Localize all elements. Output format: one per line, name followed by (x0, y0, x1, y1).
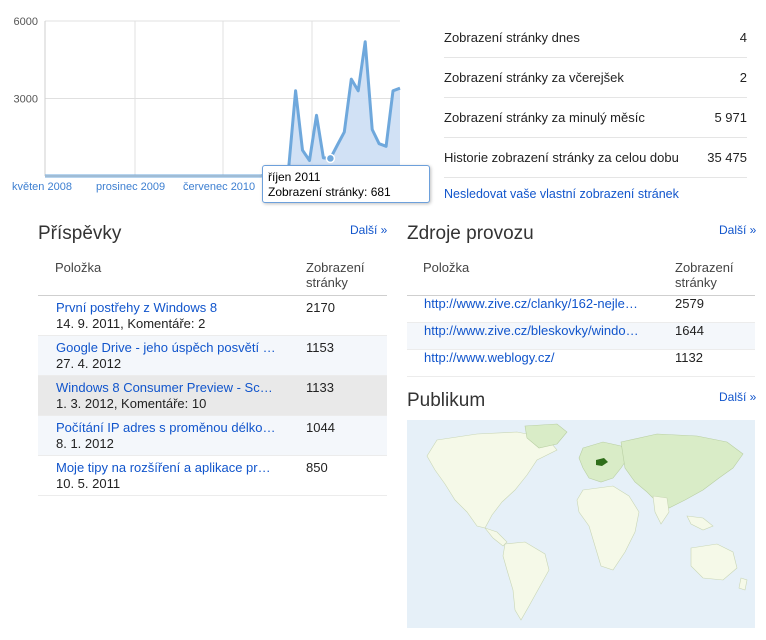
post-title-link[interactable]: Počítání IP adres s proměnou délkou mask… (56, 416, 276, 436)
post-views: 2170 (306, 300, 335, 315)
stat-value: 35 475 (707, 150, 747, 165)
tooltip-date: říjen 2011 (268, 170, 321, 184)
column-header-item[interactable]: Položka (407, 256, 675, 296)
post-title-link[interactable]: Windows 8 Consumer Preview - Screenshoty (56, 376, 276, 396)
world-map-svg (426, 423, 748, 621)
table-row: http://www.zive.cz/clanky/162-nejlepsich… (407, 295, 755, 323)
chart-tooltip: říjen 2011 Zobrazení stránky: 681 (262, 165, 430, 203)
table-row: Windows 8 Consumer Preview - Screenshoty… (38, 375, 387, 416)
audience-section-title: Publikum (407, 390, 486, 411)
post-views: 1044 (306, 420, 335, 435)
pageview-stats: Zobrazení stránky dnes 4 Zobrazení strán… (444, 18, 747, 201)
posts-table-header: Položka Zobrazení stránky (38, 256, 387, 296)
map-central-america (484, 527, 508, 547)
chart-y-tick-label: 6000 (14, 16, 38, 28)
table-row: Moje tipy na rozšíření a aplikace pro Ch… (38, 455, 387, 496)
sources-table-header: Položka Zobrazení stránky (407, 256, 755, 296)
post-views: 1153 (306, 340, 334, 355)
chart-x-tick-label: květen 2008 (12, 181, 72, 193)
chart-hover-point (325, 153, 336, 164)
post-meta: 8. 1. 2012 (56, 436, 114, 451)
source-url-link[interactable]: http://www.zive.cz/bleskovky/windows-8 (424, 323, 642, 338)
stat-label: Zobrazení stránky za včerejšek (444, 70, 624, 85)
pageviews-chart[interactable]: 6000 3000 květen 2008 prosinec 2009 červenec… (0, 0, 430, 205)
column-header-item[interactable]: Položka (38, 256, 306, 296)
stat-label: Historie zobrazení stránky za celou dobu (444, 150, 679, 165)
source-views: 1132 (675, 350, 703, 365)
map-india (652, 495, 670, 525)
table-row: http://www.weblogy.cz/ 1132 (407, 349, 755, 377)
chart-x-tick-label: prosinec 2009 (96, 181, 165, 193)
table-row: Počítání IP adres s proměnou délkou mask… (38, 415, 387, 456)
table-row: http://www.zive.cz/bleskovky/windows-8 1… (407, 322, 755, 350)
sources-more-link[interactable]: Další » (719, 223, 756, 237)
column-header-views-line2: stránky (306, 275, 348, 290)
audience-more-link[interactable]: Další » (719, 390, 756, 404)
source-views: 1644 (675, 323, 704, 338)
source-url-link[interactable]: http://www.zive.cz/clanky/162-nejlepsich (424, 296, 642, 311)
sources-section-title: Zdroje provozu (407, 223, 534, 244)
stat-value: 5 971 (714, 110, 747, 125)
column-header-views-line1: Zobrazení (675, 260, 734, 275)
map-australia (690, 543, 738, 581)
posts-section-title: Příspěvky (38, 223, 122, 244)
post-title-link[interactable]: Moje tipy na rozšíření a aplikace pro Ch… (56, 456, 276, 476)
posts-table: Položka Zobrazení stránky První postřehy… (38, 256, 387, 496)
post-views: 1133 (306, 380, 334, 395)
map-new-zealand (738, 577, 748, 591)
post-meta: 1. 3. 2012, Komentáře: 10 (56, 396, 207, 411)
source-url-link[interactable]: http://www.weblogy.cz/ (424, 350, 642, 365)
post-title-link[interactable]: Google Drive - jeho úspěch posvětí uživa… (56, 336, 276, 356)
stat-value: 2 (739, 70, 747, 85)
stat-today: Zobrazení stránky dnes 4 (444, 18, 747, 58)
posts-more-link[interactable]: Další » (350, 223, 387, 237)
stat-all-time: Historie zobrazení stránky za celou dobu… (444, 138, 747, 178)
post-title-link[interactable]: První postřehy z Windows 8 (56, 296, 276, 316)
map-asia (620, 433, 744, 509)
dont-track-own-views-link[interactable]: Nesledovat vaše vlastní zobrazení stráne… (444, 187, 747, 201)
tooltip-value: Zobrazení stránky: 681 (268, 185, 391, 199)
post-meta: 10. 5. 2011 (56, 476, 121, 491)
map-africa (576, 485, 640, 571)
post-meta: 14. 9. 2011, Komentáře: 2 (56, 316, 206, 331)
audience-world-map[interactable] (407, 420, 755, 628)
source-views: 2579 (675, 296, 704, 311)
table-row: První postřehy z Windows 8 14. 9. 2011, … (38, 295, 387, 336)
column-header-views-line1: Zobrazení (306, 260, 365, 275)
table-row: Google Drive - jeho úspěch posvětí uživa… (38, 335, 387, 376)
column-header-views[interactable]: Zobrazení stránky (675, 256, 755, 296)
stat-value: 4 (739, 30, 747, 45)
chart-y-tick-label: 3000 (14, 94, 38, 106)
map-se-asia (686, 515, 714, 531)
post-meta: 27. 4. 2012 (56, 356, 122, 371)
chart-x-tick-label: červenec 2010 (183, 181, 255, 193)
map-south-america (502, 541, 550, 621)
post-views: 850 (306, 460, 328, 475)
column-header-views-line2: stránky (675, 275, 717, 290)
stat-label: Zobrazení stránky dnes (444, 30, 580, 45)
sources-table: Položka Zobrazení stránky http://www.ziv… (407, 256, 755, 377)
stat-label: Zobrazení stránky za minulý měsíc (444, 110, 645, 125)
stat-last-month: Zobrazení stránky za minulý měsíc 5 971 (444, 98, 747, 138)
stat-yesterday: Zobrazení stránky za včerejšek 2 (444, 58, 747, 98)
column-header-views[interactable]: Zobrazení stránky (306, 256, 387, 296)
